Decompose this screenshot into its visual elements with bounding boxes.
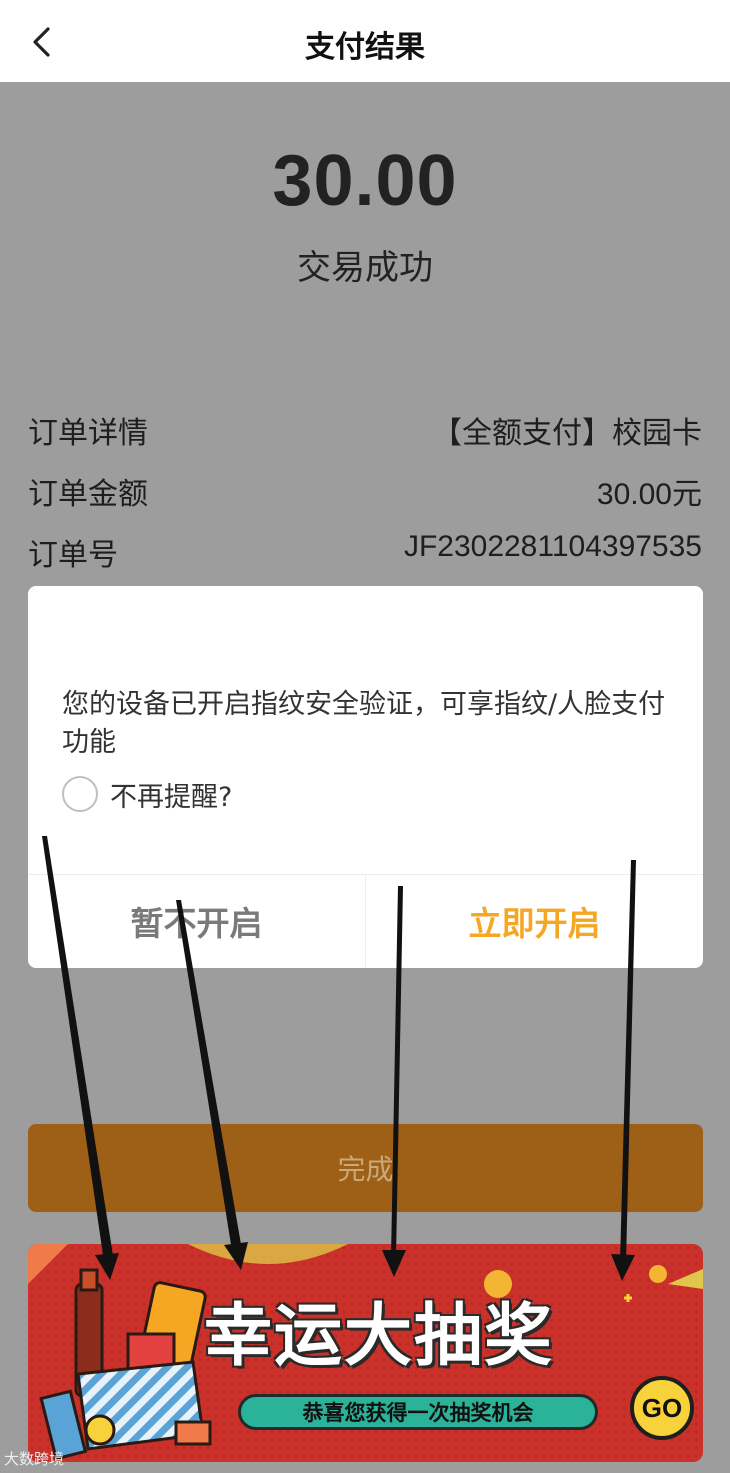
not-now-button[interactable]: 暂不开启 (28, 874, 365, 968)
order-number-row: 订单号 JF2302281104397535 (28, 530, 702, 574)
order-detail-value: 【全额支付】校园卡 (432, 417, 702, 450)
done-button[interactable]: 完成 (28, 1124, 703, 1212)
go-button[interactable]: GO (630, 1376, 694, 1440)
order-number-value: JF2302281104397535 (403, 530, 702, 563)
enable-now-button[interactable]: 立即开启 (366, 874, 703, 968)
banner-subline: 恭喜您获得一次抽奖机会 (238, 1394, 598, 1430)
watermark: 大数跨境 (4, 1450, 65, 1468)
top-nav-bar: 支付结果 (0, 0, 730, 82)
payment-amount: 30.00 (272, 141, 458, 221)
payment-status: 交易成功 (297, 248, 433, 288)
lucky-draw-banner[interactable]: 幸运大抽奖 恭喜您获得一次抽奖机会 GO (28, 1244, 703, 1462)
dont-remind-radio[interactable] (62, 776, 98, 812)
dialog-message: 您的设备已开启指纹安全验证，可享指纹/人脸支付功能 (62, 689, 666, 758)
banner-headline: 幸运大抽奖 (204, 1297, 555, 1376)
order-detail-label: 订单详情 (28, 416, 148, 451)
order-amount-value: 30.00元 (596, 478, 702, 511)
dont-remind-label: 不再提醒? (110, 781, 233, 813)
order-number-label: 订单号 (28, 538, 118, 573)
order-amount-row: 订单金额 30.00元 (28, 469, 702, 513)
page-title: 支付结果 (305, 30, 425, 65)
fingerprint-dialog: 您的设备已开启指纹安全验证，可享指纹/人脸支付功能 不再提醒? 暂不开启 立即开… (28, 586, 703, 968)
order-amount-label: 订单金额 (28, 477, 148, 512)
order-detail-row: 订单详情 【全额支付】校园卡 (28, 408, 702, 452)
dont-remind-option[interactable]: 不再提醒? (62, 774, 232, 814)
